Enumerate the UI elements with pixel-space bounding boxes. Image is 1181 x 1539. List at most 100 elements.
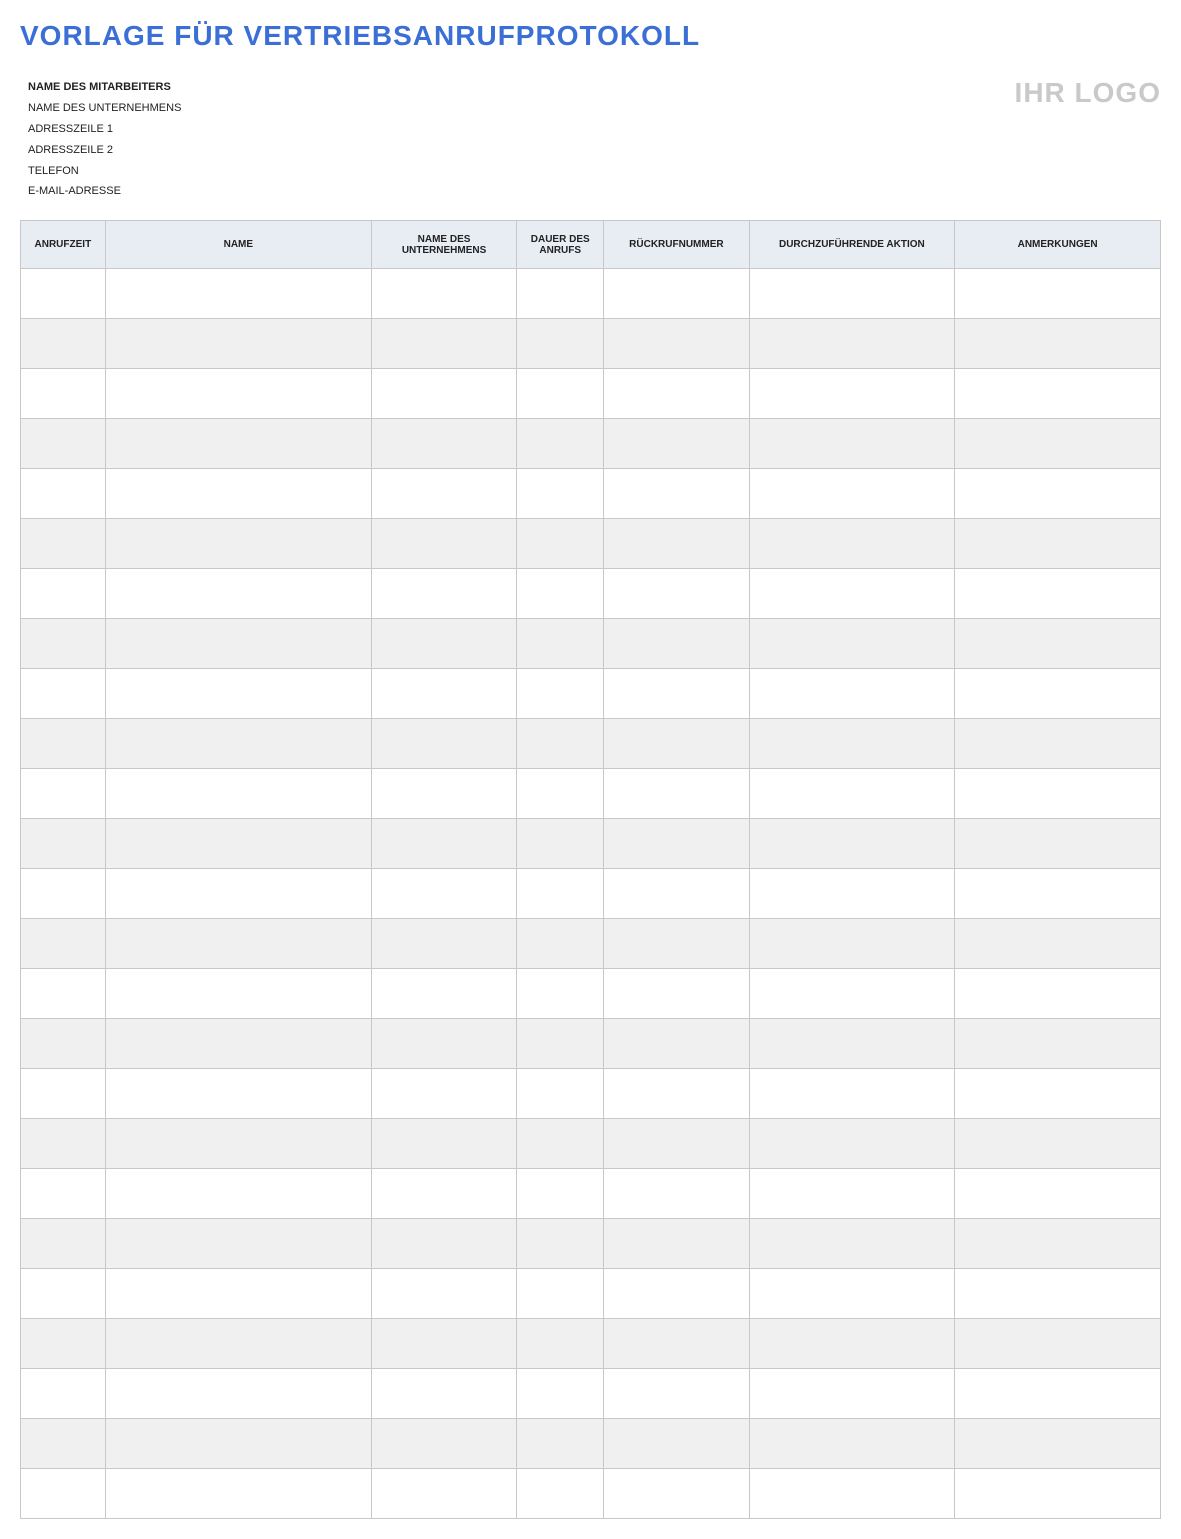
- table-cell[interactable]: [517, 1119, 604, 1169]
- table-cell[interactable]: [955, 1419, 1161, 1469]
- table-cell[interactable]: [749, 669, 955, 719]
- table-cell[interactable]: [21, 419, 106, 469]
- table-cell[interactable]: [604, 1069, 749, 1119]
- table-cell[interactable]: [517, 569, 604, 619]
- table-cell[interactable]: [517, 1219, 604, 1269]
- table-cell[interactable]: [517, 719, 604, 769]
- table-cell[interactable]: [371, 619, 516, 669]
- table-cell[interactable]: [955, 819, 1161, 869]
- table-cell[interactable]: [749, 919, 955, 969]
- table-cell[interactable]: [749, 969, 955, 1019]
- table-cell[interactable]: [517, 769, 604, 819]
- table-cell[interactable]: [105, 1469, 371, 1519]
- table-cell[interactable]: [371, 1019, 516, 1069]
- table-cell[interactable]: [105, 1419, 371, 1469]
- table-cell[interactable]: [21, 469, 106, 519]
- table-cell[interactable]: [371, 869, 516, 919]
- table-cell[interactable]: [21, 1119, 106, 1169]
- table-cell[interactable]: [371, 1319, 516, 1369]
- table-cell[interactable]: [749, 1419, 955, 1469]
- table-cell[interactable]: [517, 1319, 604, 1369]
- table-cell[interactable]: [21, 869, 106, 919]
- table-cell[interactable]: [517, 1269, 604, 1319]
- table-cell[interactable]: [517, 1419, 604, 1469]
- table-cell[interactable]: [21, 719, 106, 769]
- table-cell[interactable]: [749, 469, 955, 519]
- table-cell[interactable]: [604, 619, 749, 669]
- table-cell[interactable]: [749, 1169, 955, 1219]
- table-cell[interactable]: [517, 1019, 604, 1069]
- table-cell[interactable]: [371, 1419, 516, 1469]
- table-cell[interactable]: [604, 1119, 749, 1169]
- table-cell[interactable]: [955, 619, 1161, 669]
- table-cell[interactable]: [749, 519, 955, 569]
- table-cell[interactable]: [955, 319, 1161, 369]
- table-cell[interactable]: [371, 319, 516, 369]
- table-cell[interactable]: [604, 1219, 749, 1269]
- table-cell[interactable]: [517, 969, 604, 1019]
- table-cell[interactable]: [749, 369, 955, 419]
- table-cell[interactable]: [604, 669, 749, 719]
- table-cell[interactable]: [749, 1119, 955, 1169]
- table-cell[interactable]: [105, 619, 371, 669]
- table-cell[interactable]: [371, 469, 516, 519]
- table-cell[interactable]: [517, 669, 604, 719]
- table-cell[interactable]: [21, 1069, 106, 1119]
- table-cell[interactable]: [21, 1219, 106, 1269]
- table-cell[interactable]: [105, 869, 371, 919]
- table-cell[interactable]: [105, 569, 371, 619]
- table-cell[interactable]: [604, 269, 749, 319]
- table-cell[interactable]: [105, 669, 371, 719]
- table-cell[interactable]: [21, 1369, 106, 1419]
- table-cell[interactable]: [955, 419, 1161, 469]
- table-cell[interactable]: [371, 1169, 516, 1219]
- table-cell[interactable]: [604, 1419, 749, 1469]
- table-cell[interactable]: [21, 1269, 106, 1319]
- table-cell[interactable]: [371, 519, 516, 569]
- table-cell[interactable]: [371, 269, 516, 319]
- table-cell[interactable]: [371, 1469, 516, 1519]
- table-cell[interactable]: [371, 1119, 516, 1169]
- table-cell[interactable]: [604, 969, 749, 1019]
- table-cell[interactable]: [105, 1019, 371, 1069]
- table-cell[interactable]: [371, 769, 516, 819]
- table-cell[interactable]: [517, 819, 604, 869]
- table-cell[interactable]: [749, 1319, 955, 1369]
- table-cell[interactable]: [371, 1269, 516, 1319]
- table-cell[interactable]: [517, 269, 604, 319]
- table-cell[interactable]: [21, 1469, 106, 1519]
- table-cell[interactable]: [371, 919, 516, 969]
- table-cell[interactable]: [517, 419, 604, 469]
- table-cell[interactable]: [371, 569, 516, 619]
- table-cell[interactable]: [517, 919, 604, 969]
- table-cell[interactable]: [517, 469, 604, 519]
- table-cell[interactable]: [955, 1119, 1161, 1169]
- table-cell[interactable]: [21, 1319, 106, 1369]
- table-cell[interactable]: [749, 769, 955, 819]
- table-cell[interactable]: [955, 1069, 1161, 1119]
- table-cell[interactable]: [105, 1269, 371, 1319]
- table-cell[interactable]: [371, 719, 516, 769]
- table-cell[interactable]: [371, 419, 516, 469]
- table-cell[interactable]: [955, 969, 1161, 1019]
- table-cell[interactable]: [21, 269, 106, 319]
- table-cell[interactable]: [955, 719, 1161, 769]
- table-cell[interactable]: [517, 1069, 604, 1119]
- table-cell[interactable]: [21, 1419, 106, 1469]
- table-cell[interactable]: [749, 1469, 955, 1519]
- table-cell[interactable]: [604, 469, 749, 519]
- table-cell[interactable]: [955, 919, 1161, 969]
- table-cell[interactable]: [604, 419, 749, 469]
- table-cell[interactable]: [21, 569, 106, 619]
- table-cell[interactable]: [604, 869, 749, 919]
- table-cell[interactable]: [955, 1219, 1161, 1269]
- table-cell[interactable]: [955, 769, 1161, 819]
- table-cell[interactable]: [517, 519, 604, 569]
- table-cell[interactable]: [105, 819, 371, 869]
- table-cell[interactable]: [371, 1219, 516, 1269]
- table-cell[interactable]: [105, 719, 371, 769]
- table-cell[interactable]: [105, 369, 371, 419]
- table-cell[interactable]: [955, 569, 1161, 619]
- table-cell[interactable]: [21, 369, 106, 419]
- table-cell[interactable]: [955, 1319, 1161, 1369]
